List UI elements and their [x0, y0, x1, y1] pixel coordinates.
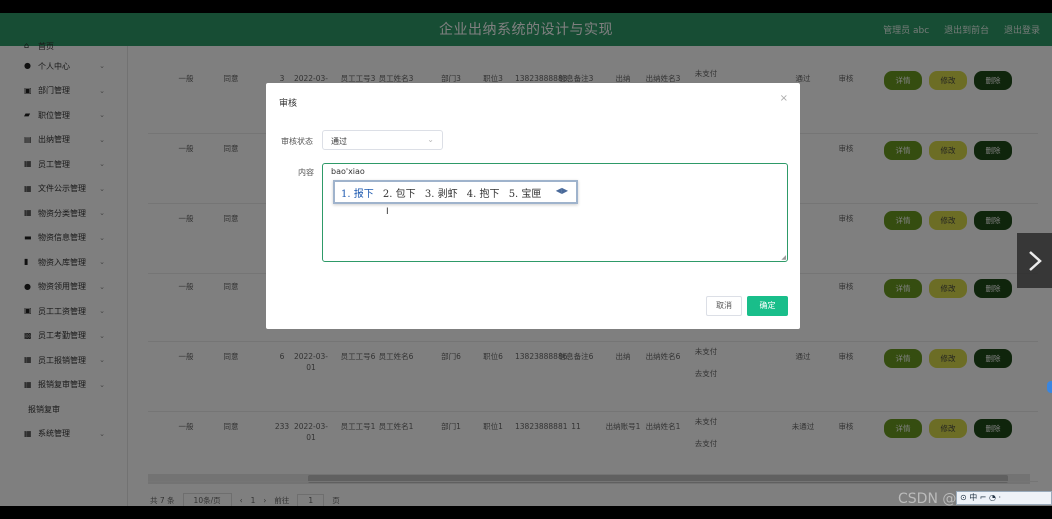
confirm-button[interactable]: 确定: [747, 296, 788, 316]
ime-composition-text: bao'xiao: [331, 167, 365, 176]
audit-status-value: 通过: [331, 137, 347, 146]
next-arrow-button[interactable]: [1017, 233, 1052, 288]
ime-candidate[interactable]: 5. 宝匣: [509, 189, 542, 200]
audit-dialog: 审核 × 审核状态 通过 ⌄ 内容 bao'xiao 1. 报下 2. 包下 3…: [266, 83, 800, 329]
close-icon[interactable]: ×: [780, 93, 788, 104]
status-label: 审核状态: [281, 137, 313, 146]
floating-indicator: [1047, 381, 1052, 393]
app-viewport: 企业出纳系统的设计与实现 管理员 abc 退出到前台 退出登录 ⌂首页●个人中心…: [0, 13, 1052, 506]
csdn-watermark: CSDN @: [898, 491, 957, 506]
content-textarea[interactable]: bao'xiao 1. 报下 2. 包下 3. 剥虾 4. 抱下 5. 宝匣 ◀…: [322, 163, 788, 262]
cancel-button[interactable]: 取消: [706, 296, 742, 316]
resize-handle-icon[interactable]: ◢: [781, 254, 786, 261]
chevron-down-icon: ⌄: [427, 135, 434, 144]
ime-status-bar: ⊙ 中 ⌐ ◔ ·: [956, 491, 1052, 505]
ime-candidate[interactable]: 2. 包下: [383, 189, 416, 200]
ime-candidate[interactable]: 1. 报下: [341, 189, 374, 200]
content-label: 内容: [298, 168, 314, 177]
ime-candidate[interactable]: 3. 剥虾: [425, 189, 458, 200]
text-cursor-icon: I: [386, 207, 389, 217]
chevron-right-icon: [1029, 251, 1042, 271]
ime-page-arrows-icon[interactable]: ◀▶: [556, 186, 568, 195]
ime-candidate-popup: 1. 报下 2. 包下 3. 剥虾 4. 抱下 5. 宝匣 ◀▶: [333, 180, 578, 204]
dialog-title: 审核: [279, 99, 298, 109]
audit-status-select[interactable]: 通过 ⌄: [322, 130, 443, 150]
ime-candidate[interactable]: 4. 抱下: [467, 189, 500, 200]
